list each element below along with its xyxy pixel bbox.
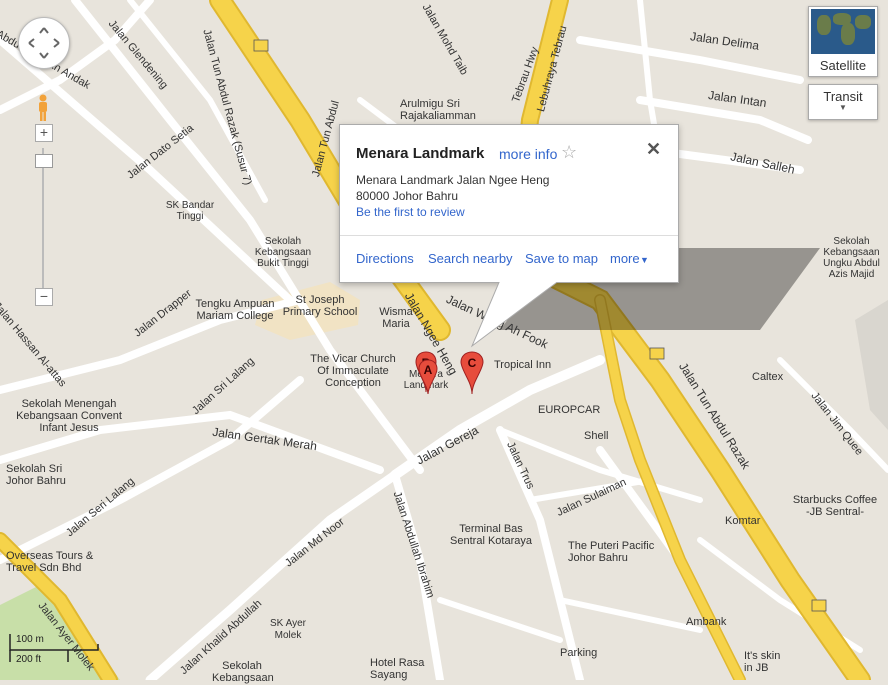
star-icon[interactable]: ☆ [561,142,577,163]
scale-imperial-label: 200 ft [16,654,42,665]
pan-control[interactable] [18,17,70,69]
satellite-button[interactable]: Satellite [808,6,878,77]
chevron-down-icon: ▼ [839,103,847,112]
transit-label: Transit [823,89,863,104]
review-link[interactable]: Be the first to review [356,205,465,219]
more-menu-link[interactable]: more [610,251,640,266]
svg-text:C: C [468,356,477,370]
zoom-in-button[interactable]: + [35,124,53,142]
pan-up-icon [39,27,49,34]
address-line-2: 80000 Johor Bahru [356,189,459,203]
info-window: Menara Landmark more info ☆ ✕ Menara Lan… [339,124,679,283]
marker-a[interactable]: A [418,359,438,395]
zoom-slider-track[interactable] [42,148,44,300]
save-to-map-link[interactable]: Save to map [525,251,598,266]
pan-left-icon [28,38,35,48]
pan-right-icon [53,38,60,48]
scale-metric-label: 100 m [16,634,44,645]
divider [340,235,678,236]
close-icon[interactable]: ✕ [646,139,661,160]
scale-bar: 100 m 200 ft [8,632,108,666]
search-nearby-link[interactable]: Search nearby [428,251,513,266]
svg-text:A: A [424,363,433,377]
zoom-out-button[interactable]: − [35,288,53,306]
directions-link[interactable]: Directions [356,251,414,266]
transit-button[interactable]: Transit ▼ [808,84,878,120]
more-info-link[interactable]: more info [499,146,557,162]
marker-c[interactable]: C [460,351,484,395]
pan-down-icon [39,52,49,59]
place-title: Menara Landmark [356,145,485,162]
satellite-thumbnail [811,9,875,54]
marker-group: B A C [415,351,484,395]
map-canvas[interactable] [0,0,888,685]
satellite-label: Satellite [819,58,867,73]
pegman-icon[interactable] [36,94,50,122]
map-svg [0,0,888,685]
zoom-slider-handle[interactable] [35,154,53,168]
info-window-pointer [470,280,562,348]
chevron-down-icon: ▼ [640,255,649,265]
address-line-1: Menara Landmark Jalan Ngee Heng [356,173,550,187]
